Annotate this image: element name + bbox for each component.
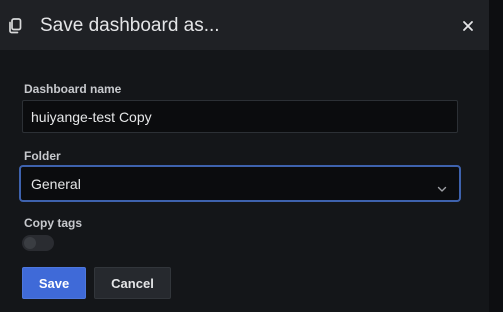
folder-selected-value: General xyxy=(31,176,81,192)
save-button[interactable]: Save xyxy=(22,267,86,299)
dialog-header: Save dashboard as... xyxy=(0,0,489,50)
dashboard-name-label: Dashboard name xyxy=(24,82,122,96)
close-icon xyxy=(463,21,473,31)
copy-icon xyxy=(8,18,22,34)
toggle-knob xyxy=(24,237,36,249)
save-dashboard-dialog: Save dashboard as... Dashboard name Fold… xyxy=(0,0,489,312)
cancel-button[interactable]: Cancel xyxy=(94,267,171,299)
copy-tags-label: Copy tags xyxy=(24,216,83,230)
dashboard-name-input[interactable] xyxy=(22,100,458,133)
copy-tags-toggle[interactable] xyxy=(22,235,54,251)
close-button[interactable] xyxy=(458,16,478,36)
dialog-title: Save dashboard as... xyxy=(40,15,220,36)
chevron-down-icon xyxy=(437,180,447,192)
folder-label: Folder xyxy=(24,149,61,163)
folder-select[interactable]: General xyxy=(19,165,461,202)
